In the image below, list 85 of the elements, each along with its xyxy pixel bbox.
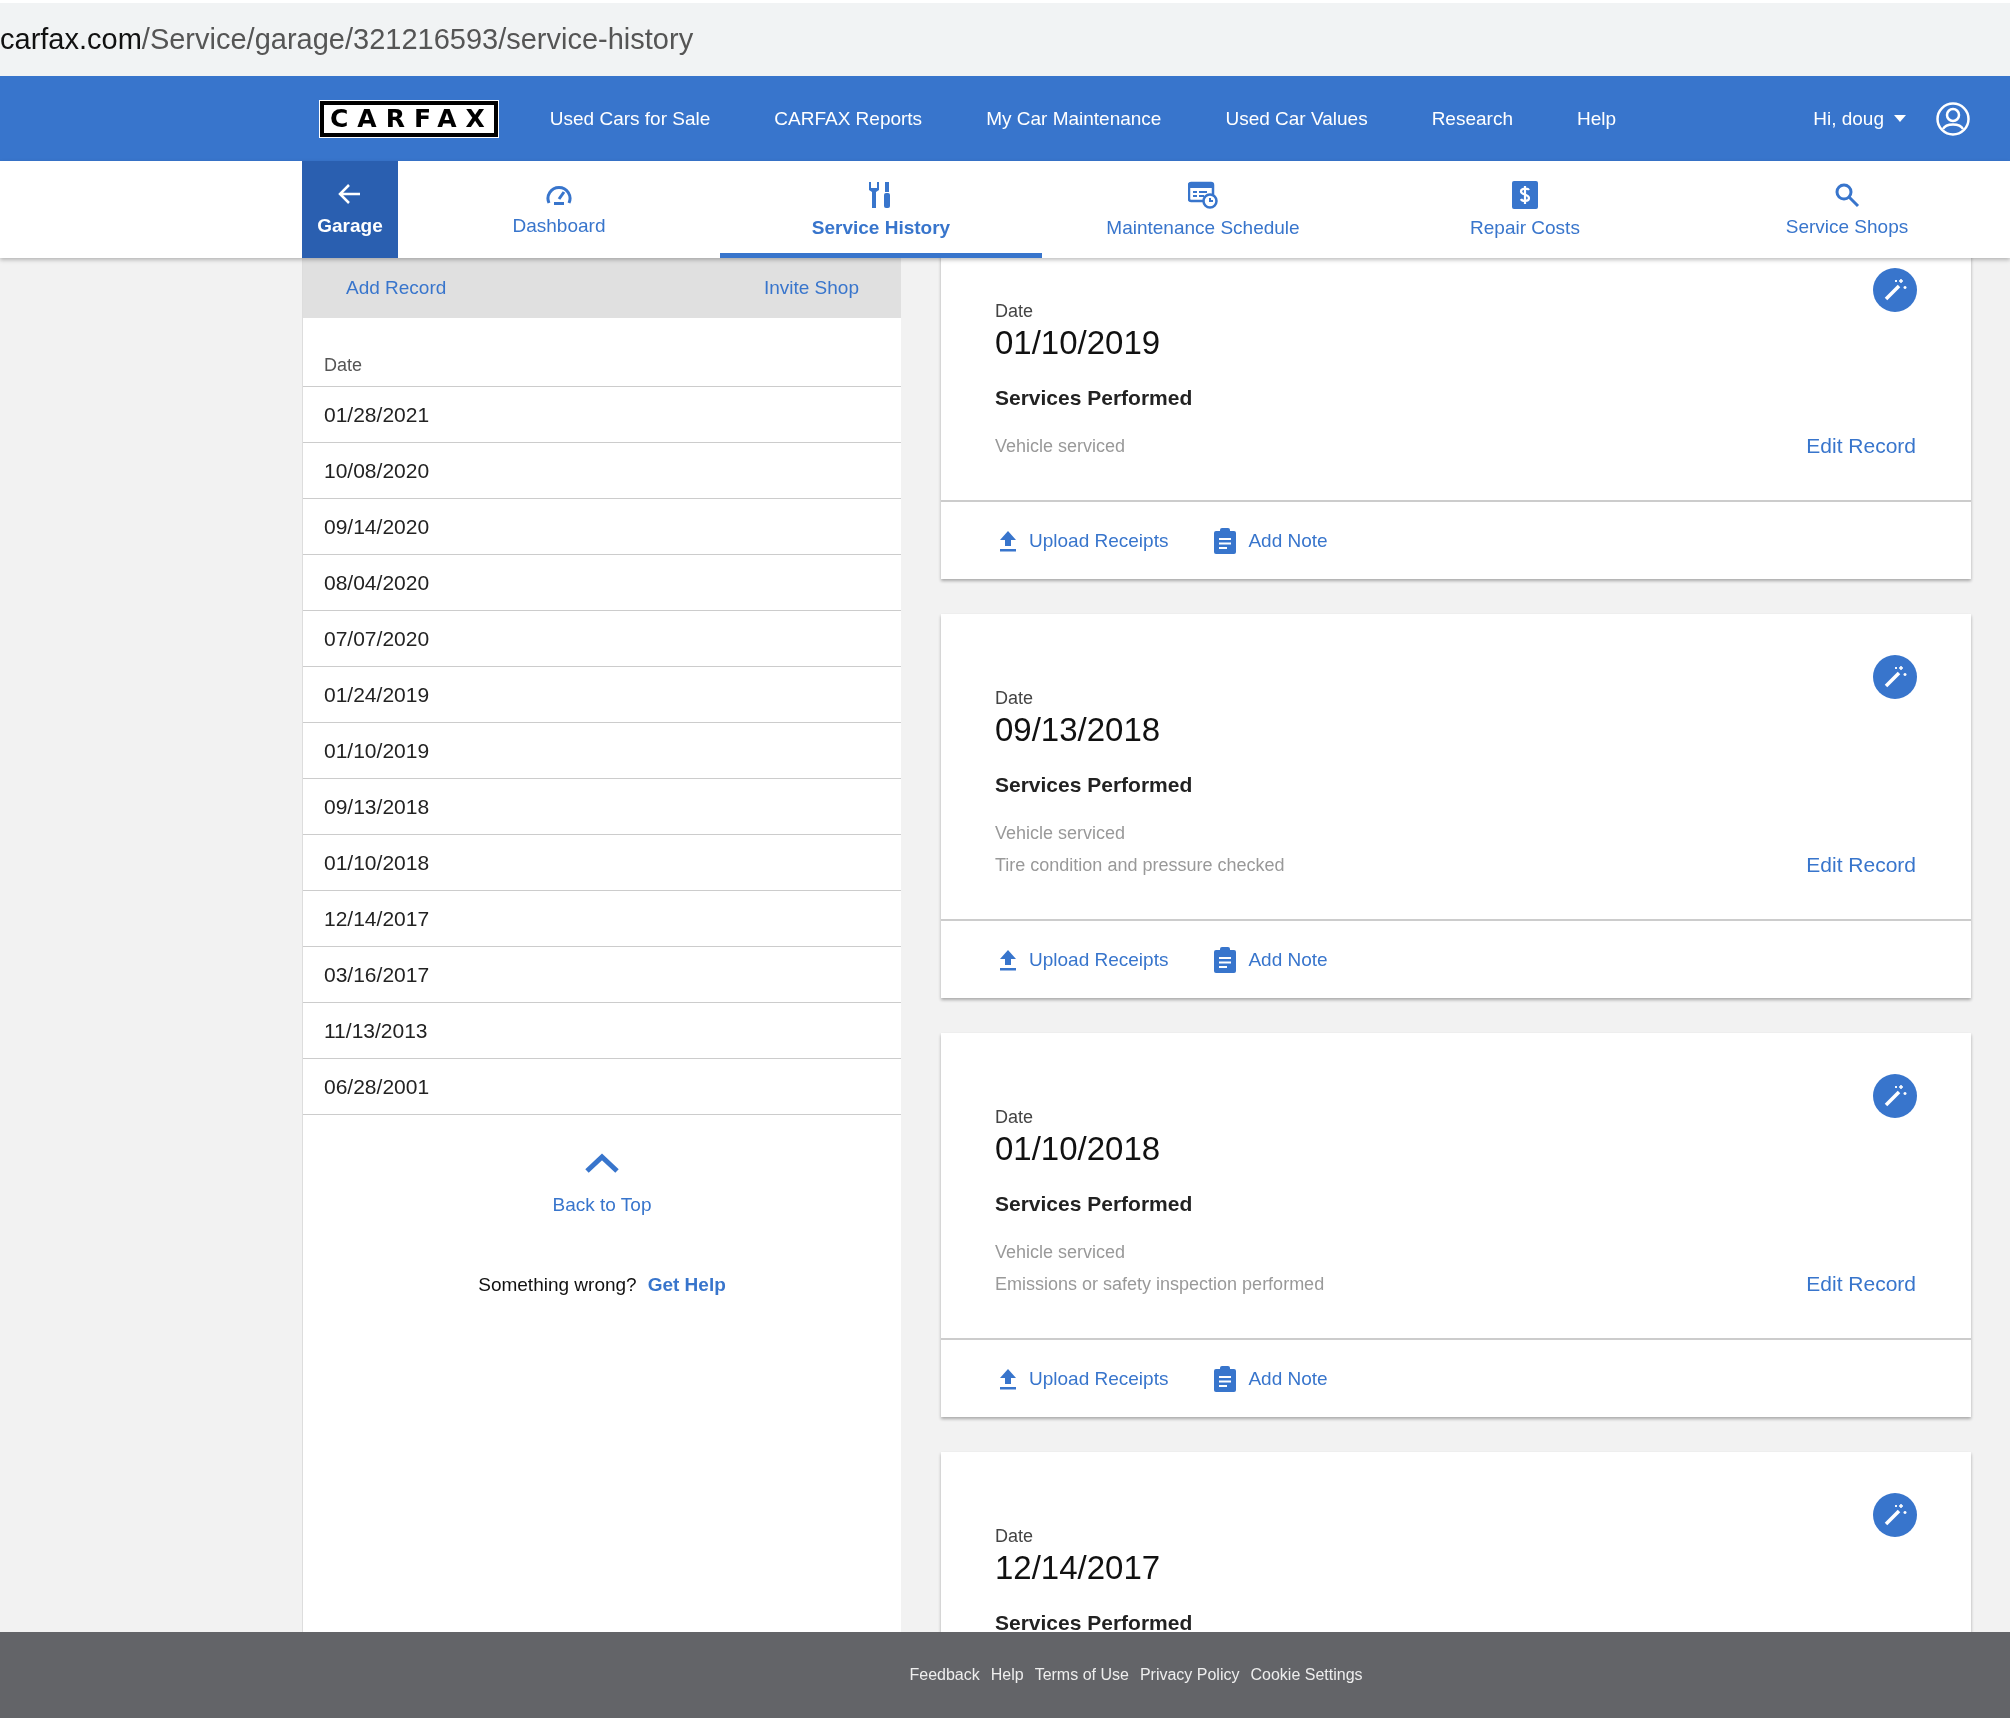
nav-link[interactable]: Help: [1576, 107, 1617, 130]
service-item: Vehicle serviced: [995, 822, 1127, 845]
date-list-item[interactable]: 03/16/2017: [303, 947, 901, 1003]
date-list-item[interactable]: 01/10/2019: [303, 723, 901, 779]
magic-wand-icon: [1882, 664, 1908, 690]
record-date: 12/14/2017: [995, 1549, 1162, 1587]
edit-record-link[interactable]: Edit Record: [1806, 430, 1916, 462]
dollar-icon: [1512, 180, 1538, 209]
back-button[interactable]: Garage: [302, 161, 398, 258]
services-heading: Services Performed: [995, 386, 1194, 410]
avatar-icon[interactable]: [1936, 101, 1970, 136]
chevron-up-icon[interactable]: [585, 1153, 619, 1173]
clipboard-icon: [1214, 527, 1237, 554]
date-list-item[interactable]: 12/14/2017: [303, 891, 901, 947]
magic-wand-button[interactable]: [1873, 268, 1917, 312]
date-list-item[interactable]: 01/24/2019: [303, 667, 901, 723]
tab[interactable]: Dashboard: [398, 161, 720, 258]
footer-link[interactable]: Feedback: [909, 1666, 980, 1684]
date-list-item[interactable]: 08/04/2020: [303, 555, 901, 611]
upload-icon: [999, 529, 1017, 552]
date-list-item[interactable]: 11/13/2013: [303, 1003, 901, 1059]
date-list-item[interactable]: 10/08/2020: [303, 443, 901, 499]
date-list-item[interactable]: 07/07/2020: [303, 611, 901, 667]
tab[interactable]: Service Shops: [1686, 161, 2008, 258]
date-list-item[interactable]: 09/13/2018: [303, 779, 901, 835]
edit-record-link[interactable]: Edit Record: [1806, 849, 1916, 881]
service-item: Emissions or safety inspection performed: [995, 1273, 1325, 1296]
toolbar-link[interactable]: Invite Shop: [763, 277, 859, 299]
card-action-link[interactable]: Upload Receipts: [999, 1367, 1169, 1390]
record-date: 01/10/2018: [995, 1130, 1162, 1168]
card-action-link[interactable]: Add Note: [1214, 527, 1328, 554]
footer-link[interactable]: Cookie Settings: [1250, 1666, 1363, 1684]
service-item: Tire condition and pressure checked: [995, 854, 1285, 877]
services-heading: Services Performed: [995, 1192, 1194, 1216]
upload-icon: [999, 1367, 1017, 1390]
date-list-item[interactable]: 01/28/2021: [303, 387, 901, 443]
card-action-link[interactable]: Upload Receipts: [999, 529, 1169, 552]
magic-wand-button[interactable]: [1873, 655, 1917, 699]
clipboard-icon: [1214, 1365, 1237, 1392]
get-help-link[interactable]: Get Help: [647, 1274, 726, 1296]
logo[interactable]: CARFAX: [320, 100, 498, 137]
services-heading: Services Performed: [995, 773, 1194, 797]
magic-wand-button[interactable]: [1873, 1074, 1917, 1118]
nav-link[interactable]: My Car Maintenance: [986, 107, 1162, 130]
edit-record-link[interactable]: Edit Record: [1806, 1268, 1916, 1300]
nav-link[interactable]: Used Cars for Sale: [549, 107, 711, 130]
back-to-top-link[interactable]: Back to Top: [552, 1194, 652, 1216]
record-date: 09/13/2018: [995, 711, 1162, 749]
upload-icon: [999, 948, 1017, 971]
footer-link[interactable]: Terms of Use: [1034, 1666, 1129, 1684]
magic-wand-icon: [1882, 277, 1908, 303]
date-list-item[interactable]: 09/14/2020: [303, 499, 901, 555]
magic-wand-button[interactable]: [1873, 1493, 1917, 1537]
calendar-clock-icon: [1188, 180, 1218, 209]
date-list-item[interactable]: 01/10/2018: [303, 835, 901, 891]
date-label: Date: [995, 688, 1035, 709]
date-label: Date: [995, 1107, 1035, 1128]
footer-link[interactable]: Privacy Policy: [1139, 1666, 1240, 1684]
service-item: Vehicle serviced: [995, 1241, 1127, 1264]
card-action-link[interactable]: Upload Receipts: [999, 948, 1169, 971]
clipboard-icon: [1214, 946, 1237, 973]
nav-link[interactable]: Research: [1431, 107, 1513, 130]
card-action-link[interactable]: Add Note: [1214, 946, 1328, 973]
date-list-item[interactable]: 06/28/2001: [303, 1059, 901, 1115]
user-menu[interactable]: Hi, doug: [1813, 107, 1906, 130]
tab[interactable]: Repair Costs: [1364, 161, 1686, 258]
footer-link[interactable]: Help: [990, 1666, 1024, 1684]
magic-wand-icon: [1882, 1502, 1908, 1528]
help-prompt: Something wrong?: [478, 1274, 637, 1296]
column-header: Date: [324, 355, 363, 376]
service-item: Vehicle serviced: [995, 435, 1126, 458]
address-bar-url[interactable]: carfax.com/Service/garage/321216593/service-history: [0, 23, 694, 56]
record-date: 01/10/2019: [995, 324, 1162, 362]
date-label: Date: [995, 301, 1035, 322]
date-label: Date: [995, 1526, 1035, 1547]
services-heading: Services Performed: [995, 1611, 1194, 1632]
caret-icon: [1894, 115, 1906, 122]
nav-link[interactable]: Used Car Values: [1225, 107, 1368, 130]
nav-link[interactable]: CARFAX Reports: [774, 107, 923, 130]
arrow-left-icon: [338, 182, 362, 205]
magic-wand-icon: [1882, 1083, 1908, 1109]
tab[interactable]: Maintenance Schedule: [1042, 161, 1364, 258]
toolbar-link[interactable]: Add Record: [346, 277, 447, 299]
card-action-link[interactable]: Add Note: [1214, 1365, 1328, 1392]
search-icon: [1834, 181, 1860, 208]
